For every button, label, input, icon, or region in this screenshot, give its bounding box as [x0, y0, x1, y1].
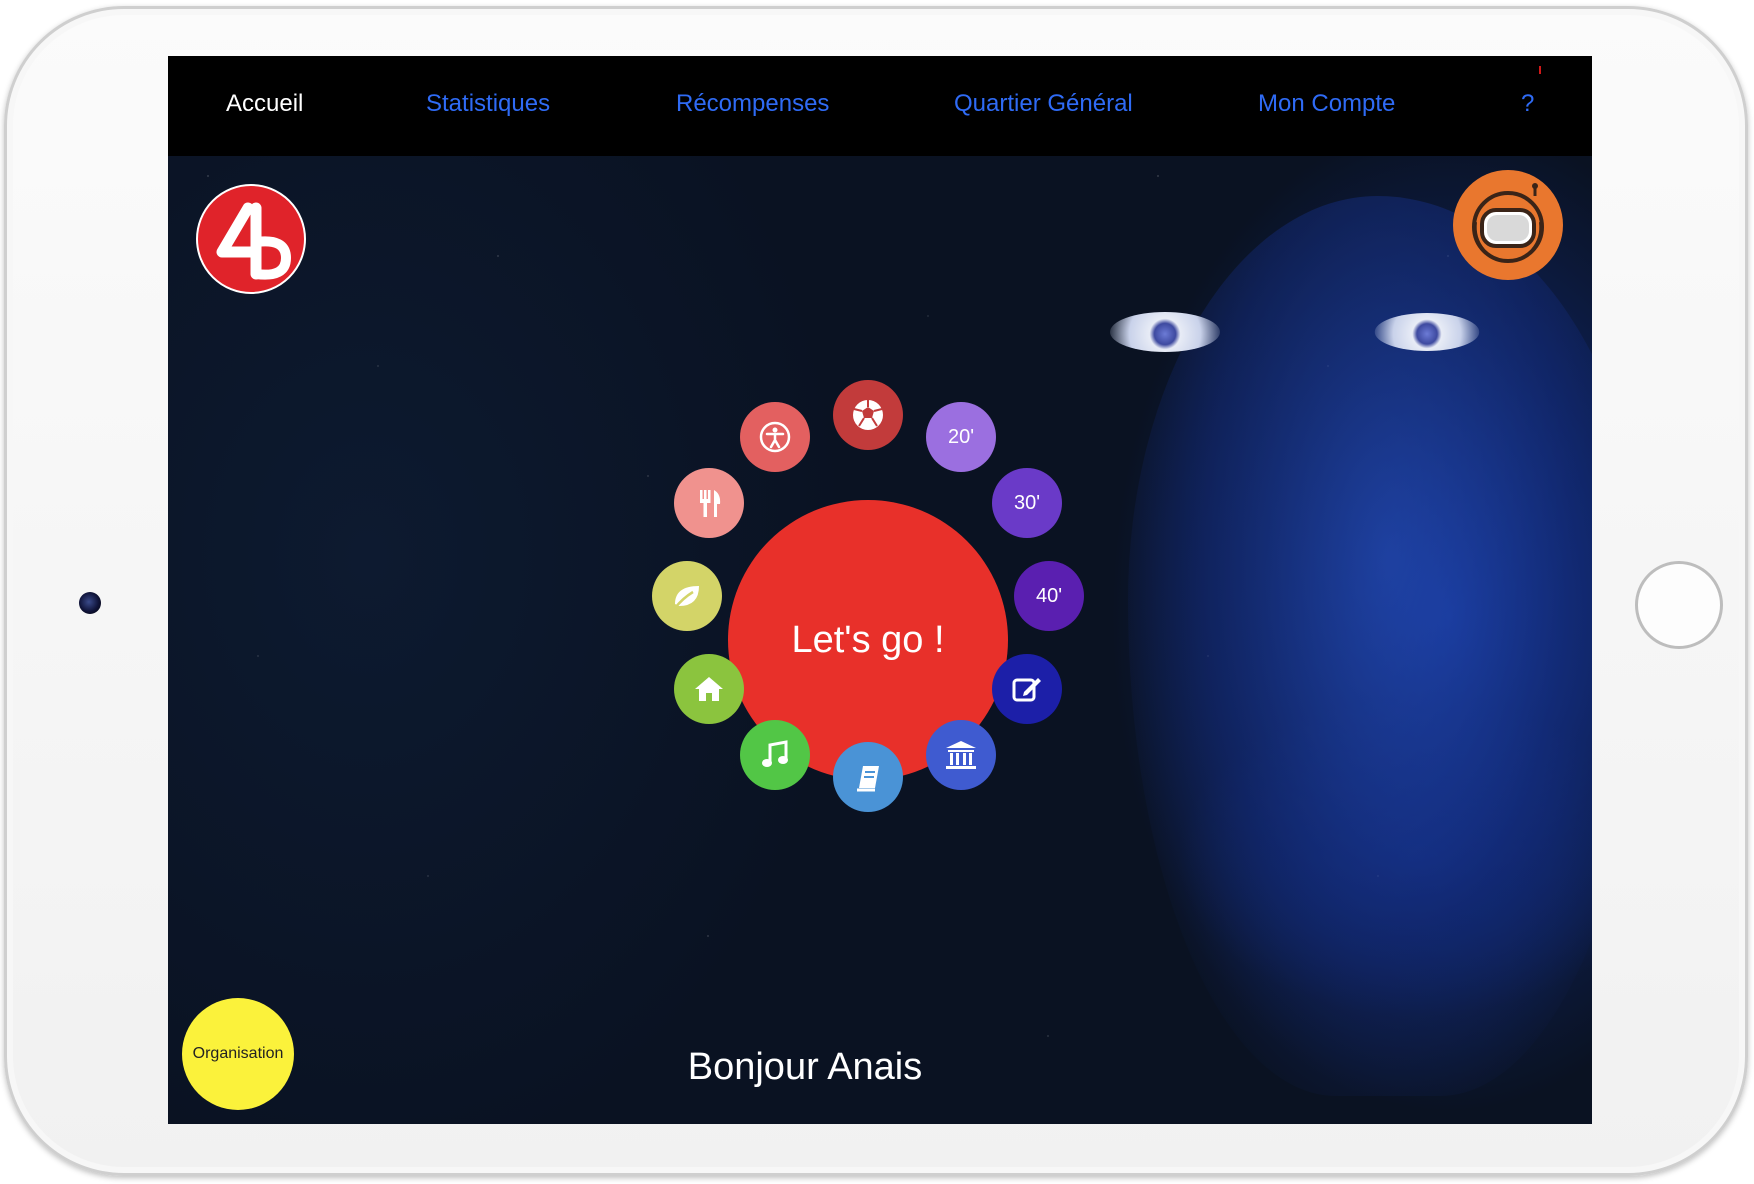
petal-food[interactable] [674, 468, 744, 538]
music-icon [762, 740, 788, 767]
nav-help[interactable]: ? [1521, 90, 1534, 118]
nav-quartier-general[interactable]: Quartier Général [954, 90, 1133, 118]
petal-soccer[interactable] [833, 380, 903, 450]
museum-icon [946, 741, 976, 769]
nav-recompenses[interactable]: Récompenses [676, 90, 829, 118]
activity-wheel: Let's go ! 20' 30' 40' [636, 380, 1084, 820]
face-eye-left [1110, 312, 1220, 352]
app-screen: Accueil Statistiques Récompenses Quartie… [168, 56, 1592, 1124]
duration-40-label: 40' [1035, 584, 1063, 607]
nav-accueil[interactable]: Accueil [226, 90, 303, 118]
petal-home[interactable] [674, 654, 744, 724]
edit-icon [1012, 678, 1041, 702]
astronaut-helmet-icon [1472, 183, 1544, 263]
home-button[interactable] [1635, 561, 1723, 649]
petal-accessibility[interactable] [740, 402, 810, 472]
face-eye-right [1374, 313, 1480, 351]
top-navbar: Accueil Statistiques Récompenses Quartie… [168, 56, 1592, 156]
duration-30-label: 30' [1013, 491, 1041, 514]
app-logo [196, 184, 306, 294]
petal-museum[interactable] [926, 720, 996, 790]
petal-20-min[interactable]: 20' [926, 402, 996, 472]
soccer-ball-icon [853, 400, 883, 430]
duration-20-label: 20' [947, 425, 975, 448]
book-icon [857, 766, 879, 792]
notification-dot [1539, 66, 1541, 74]
petal-leaf[interactable] [652, 561, 722, 631]
front-camera [79, 592, 101, 614]
petal-30-min[interactable]: 30' [992, 468, 1062, 538]
leaf-icon [674, 586, 699, 609]
home-icon [695, 677, 723, 701]
petal-40-min[interactable]: 40' [1014, 561, 1084, 631]
fork-knife-icon [700, 490, 721, 517]
petal-music[interactable] [740, 720, 810, 790]
petal-edit[interactable] [992, 654, 1062, 724]
profile-button[interactable] [1453, 170, 1563, 280]
greeting-text: Bonjour Anais [687, 1046, 923, 1088]
accessibility-icon [759, 421, 791, 453]
nav-statistiques[interactable]: Statistiques [426, 90, 550, 118]
nav-mon-compte[interactable]: Mon Compte [1258, 90, 1395, 118]
petal-book[interactable] [833, 742, 903, 812]
logo-4b-icon [216, 202, 292, 280]
